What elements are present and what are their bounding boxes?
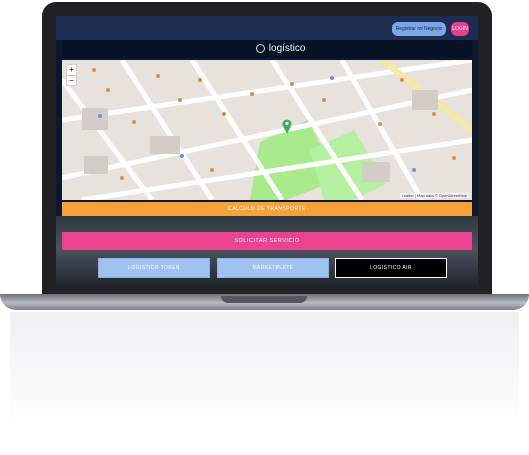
map-attribution: Leaflet | Map data © OpenStreetMap [399,193,469,198]
register-business-button[interactable]: Registrar mi Negocio [392,22,446,36]
logo: logístico [256,40,305,58]
transport-calculation-button[interactable]: CALCULO DE TRANSPORTE [62,202,472,216]
request-service-button[interactable]: SOLICITAR SERVICIO [62,232,472,250]
zoom-in-button[interactable]: + [67,65,76,75]
marketplace-button[interactable]: MARKETPLETE [217,258,329,278]
top-navbar: Registrar mi Negocio LOGIN [56,16,478,40]
zoom-out-button[interactable]: − [67,75,76,86]
logo-text: logístico [268,43,306,54]
brand-row: logístico [62,40,472,58]
laptop-reflection [10,312,519,432]
map-canvas[interactable] [62,60,472,200]
map-zoom-controls: + − [66,64,77,86]
logistico-token-button[interactable]: LOGISTICO TOKEN [98,258,210,278]
map[interactable]: + − Leaflet | Map data © OpenStreetMap [62,60,472,200]
login-button[interactable]: LOGIN [451,22,469,36]
laptop-notch [221,296,307,303]
logistico-air-button[interactable]: LOGISTICO AIR [335,258,447,278]
logo-mark-icon [256,43,265,53]
laptop-screen: Registrar mi Negocio LOGIN logístico + −… [56,16,478,287]
